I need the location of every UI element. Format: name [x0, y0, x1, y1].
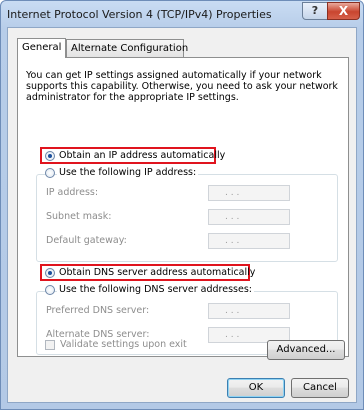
tab-general[interactable]: General [17, 38, 66, 58]
default-gateway-input[interactable]: . . . [208, 233, 290, 249]
default-gateway-label: Default gateway: [46, 235, 127, 246]
validate-label[interactable]: Validate settings upon exit [60, 339, 187, 350]
advanced-button[interactable]: Advanced... [267, 340, 345, 360]
close-icon: X [338, 4, 349, 18]
general-tab-panel: You can get IP settings assigned automat… [17, 57, 349, 357]
preferred-dns-input[interactable]: . . . [208, 303, 290, 319]
subnet-mask-value: . . . [225, 212, 240, 222]
cancel-button[interactable]: Cancel [291, 378, 349, 398]
tab-alternate-configuration[interactable]: Alternate Configuration [66, 39, 188, 57]
close-button[interactable]: X [327, 2, 360, 20]
default-gateway-value: . . . [225, 236, 240, 246]
dns-manual-radio[interactable] [45, 285, 55, 295]
dialog-window: Internet Protocol Version 4 (TCP/IPv4) P… [0, 0, 364, 410]
ip-address-label: IP address: [46, 187, 99, 198]
window-title: Internet Protocol Version 4 (TCP/IPv4) P… [7, 8, 272, 21]
ok-button[interactable]: OK [227, 378, 285, 398]
dialog-client-area: General Alternate Configuration You can … [7, 27, 357, 403]
title-bar[interactable]: Internet Protocol Version 4 (TCP/IPv4) P… [1, 1, 363, 27]
ip-address-input[interactable]: . . . [208, 185, 290, 201]
validate-checkbox[interactable] [45, 340, 55, 350]
dns-auto-label[interactable]: Obtain DNS server address automatically [59, 267, 255, 278]
help-button[interactable]: ? [302, 2, 328, 20]
subnet-mask-label: Subnet mask: [46, 211, 112, 222]
dns-manual-label[interactable]: Use the following DNS server addresses: [57, 284, 254, 295]
preferred-dns-label: Preferred DNS server: [46, 305, 150, 316]
subnet-mask-input[interactable]: . . . [208, 209, 290, 225]
ip-auto-radio[interactable] [45, 151, 55, 161]
intro-text: You can get IP settings assigned automat… [26, 70, 338, 103]
ip-auto-label[interactable]: Obtain an IP address automatically [59, 150, 225, 161]
dns-auto-radio[interactable] [45, 268, 55, 278]
alternate-dns-value: . . . [225, 330, 240, 340]
ip-manual-radio[interactable] [45, 168, 55, 178]
question-mark-icon: ? [311, 4, 319, 17]
ip-manual-label[interactable]: Use the following IP address: [57, 167, 199, 178]
ip-address-value: . . . [225, 188, 240, 198]
preferred-dns-value: . . . [225, 306, 240, 316]
